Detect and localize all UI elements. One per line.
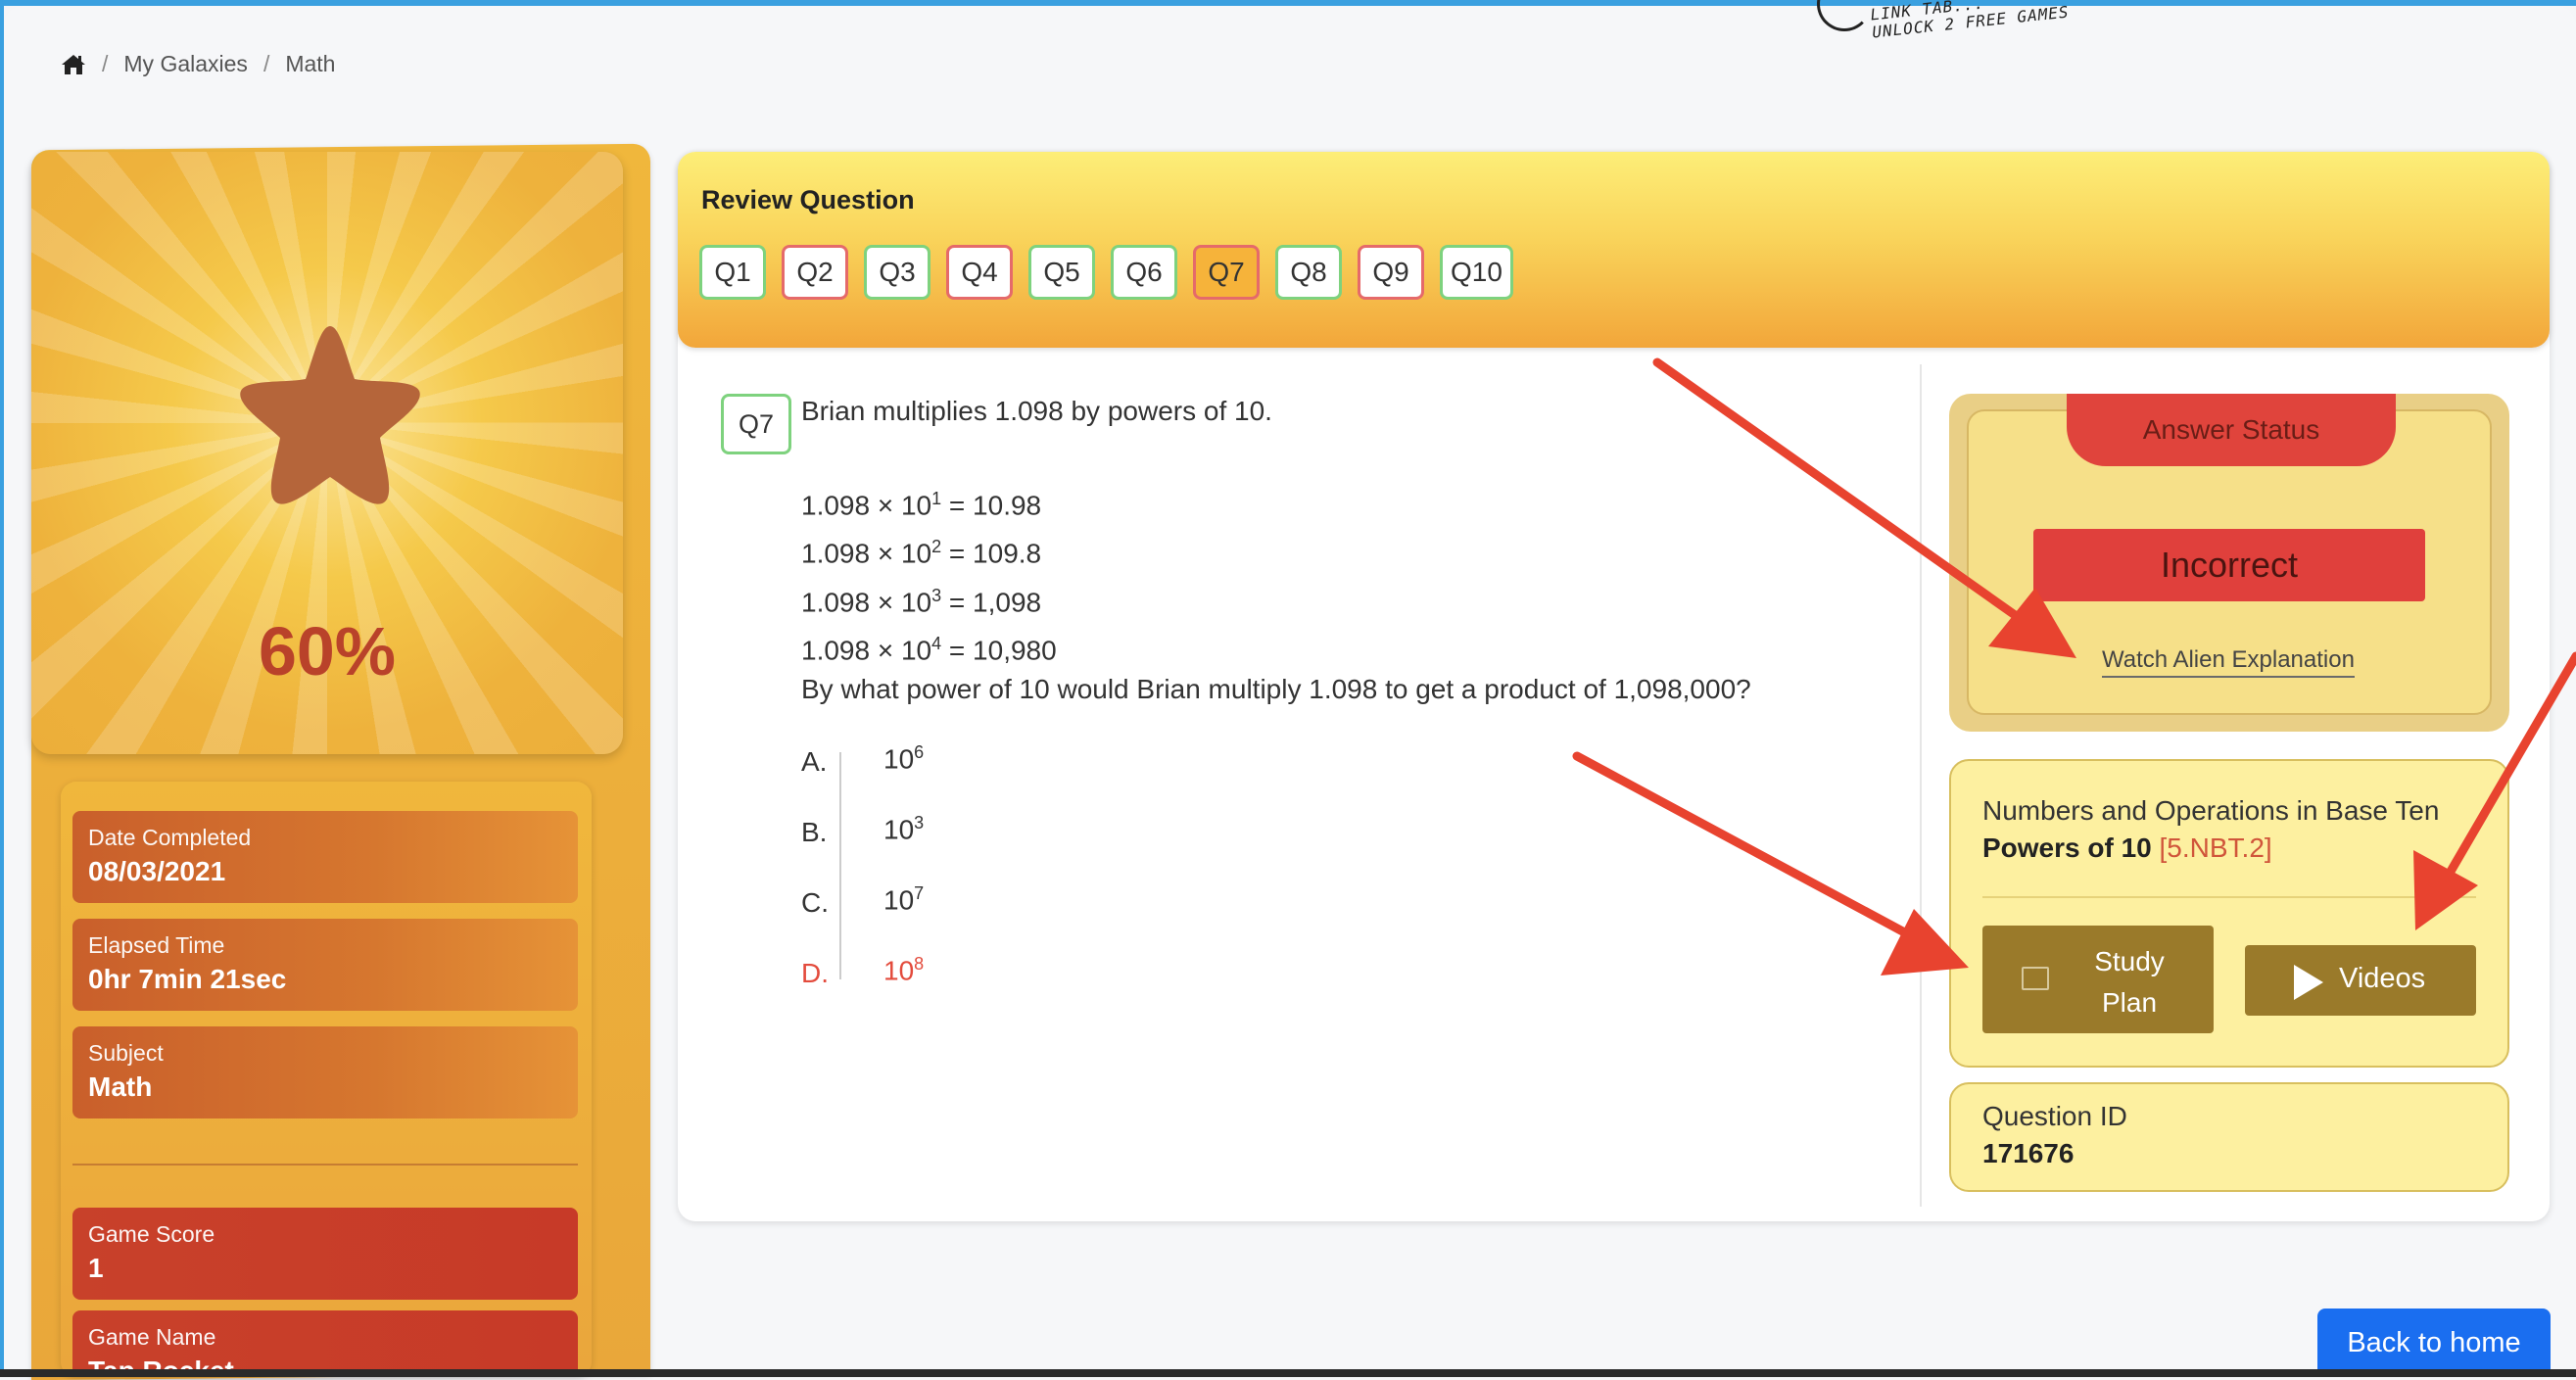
choice-value: 103 [883,813,925,845]
play-icon [2294,965,2323,1000]
stat-label: Subject [88,1040,164,1066]
question-tabs: Q1 Q2 Q3 Q4 Q5 Q6 Q7 Q8 Q9 Q10 [699,245,1513,300]
question-number-badge: Q7 [721,394,791,454]
choices-divider [839,752,841,979]
tab-q10[interactable]: Q10 [1440,245,1513,300]
equation-row: 1.098 × 104 = 10,980 [801,633,1057,666]
videos-label: Videos [2339,963,2426,994]
score-card: 60% [31,152,623,754]
videos-button[interactable]: Videos [2245,945,2476,1016]
choice-value: 106 [883,742,925,775]
tab-q3[interactable]: Q3 [864,245,930,300]
study-plan-label: Study Plan [2094,946,2165,1018]
standard-domain: Numbers and Operations in Base Ten [1982,795,2440,826]
breadcrumb: / My Galaxies / Math [61,51,335,77]
stat-value: 1 [88,1253,104,1283]
choice-letter: D. [801,958,829,988]
stat-label: Date Completed [88,825,252,850]
score-percent: 60% [258,613,397,690]
tab-q5[interactable]: Q5 [1028,245,1095,300]
stat-label: Elapsed Time [88,932,225,958]
question-id-label: Question ID [1982,1101,2127,1131]
stat-elapsed-time: Elapsed Time 0hr 7min 21sec [72,919,578,1011]
tab-q6[interactable]: Q6 [1111,245,1177,300]
home-icon[interactable] [61,53,86,76]
tab-q7[interactable]: Q7 [1193,245,1260,300]
watch-alien-explanation-link[interactable]: Watch Alien Explanation [2102,646,2355,678]
stat-value: Math [88,1071,153,1102]
review-title: Review Question [701,185,915,214]
stat-date-completed: Date Completed 08/03/2021 [72,811,578,903]
tab-q9[interactable]: Q9 [1358,245,1424,300]
stat-value: 0hr 7min 21sec [88,964,287,994]
standard-divider [1982,896,2476,898]
stats-divider [72,1164,578,1166]
breadcrumb-separator: / [102,51,109,76]
incorrect-badge: Incorrect [2033,529,2425,601]
tab-q8[interactable]: Q8 [1275,245,1342,300]
stat-value: 08/03/2021 [88,856,226,886]
book-icon [2022,967,2049,990]
stats-panel: Date Completed 08/03/2021 Elapsed Time 0… [61,782,592,1377]
question-text: Brian multiplies 1.098 by powers of 10. [801,396,1272,426]
stat-game-score: Game Score 1 [72,1208,578,1300]
equation-row: 1.098 × 103 = 1,098 [801,585,1042,617]
standard-topic: Powers of 10 [5.NBT.2] [1982,833,2272,863]
star-icon [240,326,420,504]
answer-status-title: Answer Status [2067,394,2396,466]
breadcrumb-separator: / [262,51,270,76]
equation-row: 1.098 × 102 = 109.8 [801,537,1042,569]
breadcrumb-my-galaxies[interactable]: My Galaxies [123,51,248,77]
stat-label: Game Name [88,1324,216,1350]
equations: 1.098 × 101 = 10.98 1.098 × 102 = 109.8 … [801,478,1057,671]
question-prompt: By what power of 10 would Brian multiply… [801,674,1751,704]
window-bottom-edge [0,1369,2576,1377]
window-left-edge [0,0,4,1377]
tab-q4[interactable]: Q4 [946,245,1013,300]
breadcrumb-math: Math [285,51,336,76]
review-header: Review Question Q1 Q2 Q3 Q4 Q5 Q6 Q7 Q8 … [678,152,2550,348]
stat-label: Game Score [88,1221,215,1247]
choice-value: 108 [883,954,925,986]
content-divider [1920,364,1922,1207]
equation-row: 1.098 × 101 = 10.98 [801,489,1042,521]
stat-game-name: Game Name Tap Rocket [72,1310,578,1377]
tab-q1[interactable]: Q1 [699,245,766,300]
promo-circle-icon [1817,0,1872,31]
choice-value: 107 [883,883,925,916]
standard-code: [5.NBT.2] [2159,833,2272,863]
choice-letter: B. [801,817,828,847]
promo-banner[interactable]: LINK TAB... UNLOCK 2 FREE GAMES [1817,0,2140,41]
stat-subject: Subject Math [72,1026,578,1118]
question-id-value: 171676 [1982,1138,2075,1168]
tab-q2[interactable]: Q2 [782,245,848,300]
choice-letter: A. [801,746,828,777]
choice-letter: C. [801,887,829,918]
back-to-home-button[interactable]: Back to home [2317,1309,2551,1377]
study-plan-button[interactable]: Study Plan [1982,926,2214,1033]
question-id-panel [1949,1082,2509,1192]
